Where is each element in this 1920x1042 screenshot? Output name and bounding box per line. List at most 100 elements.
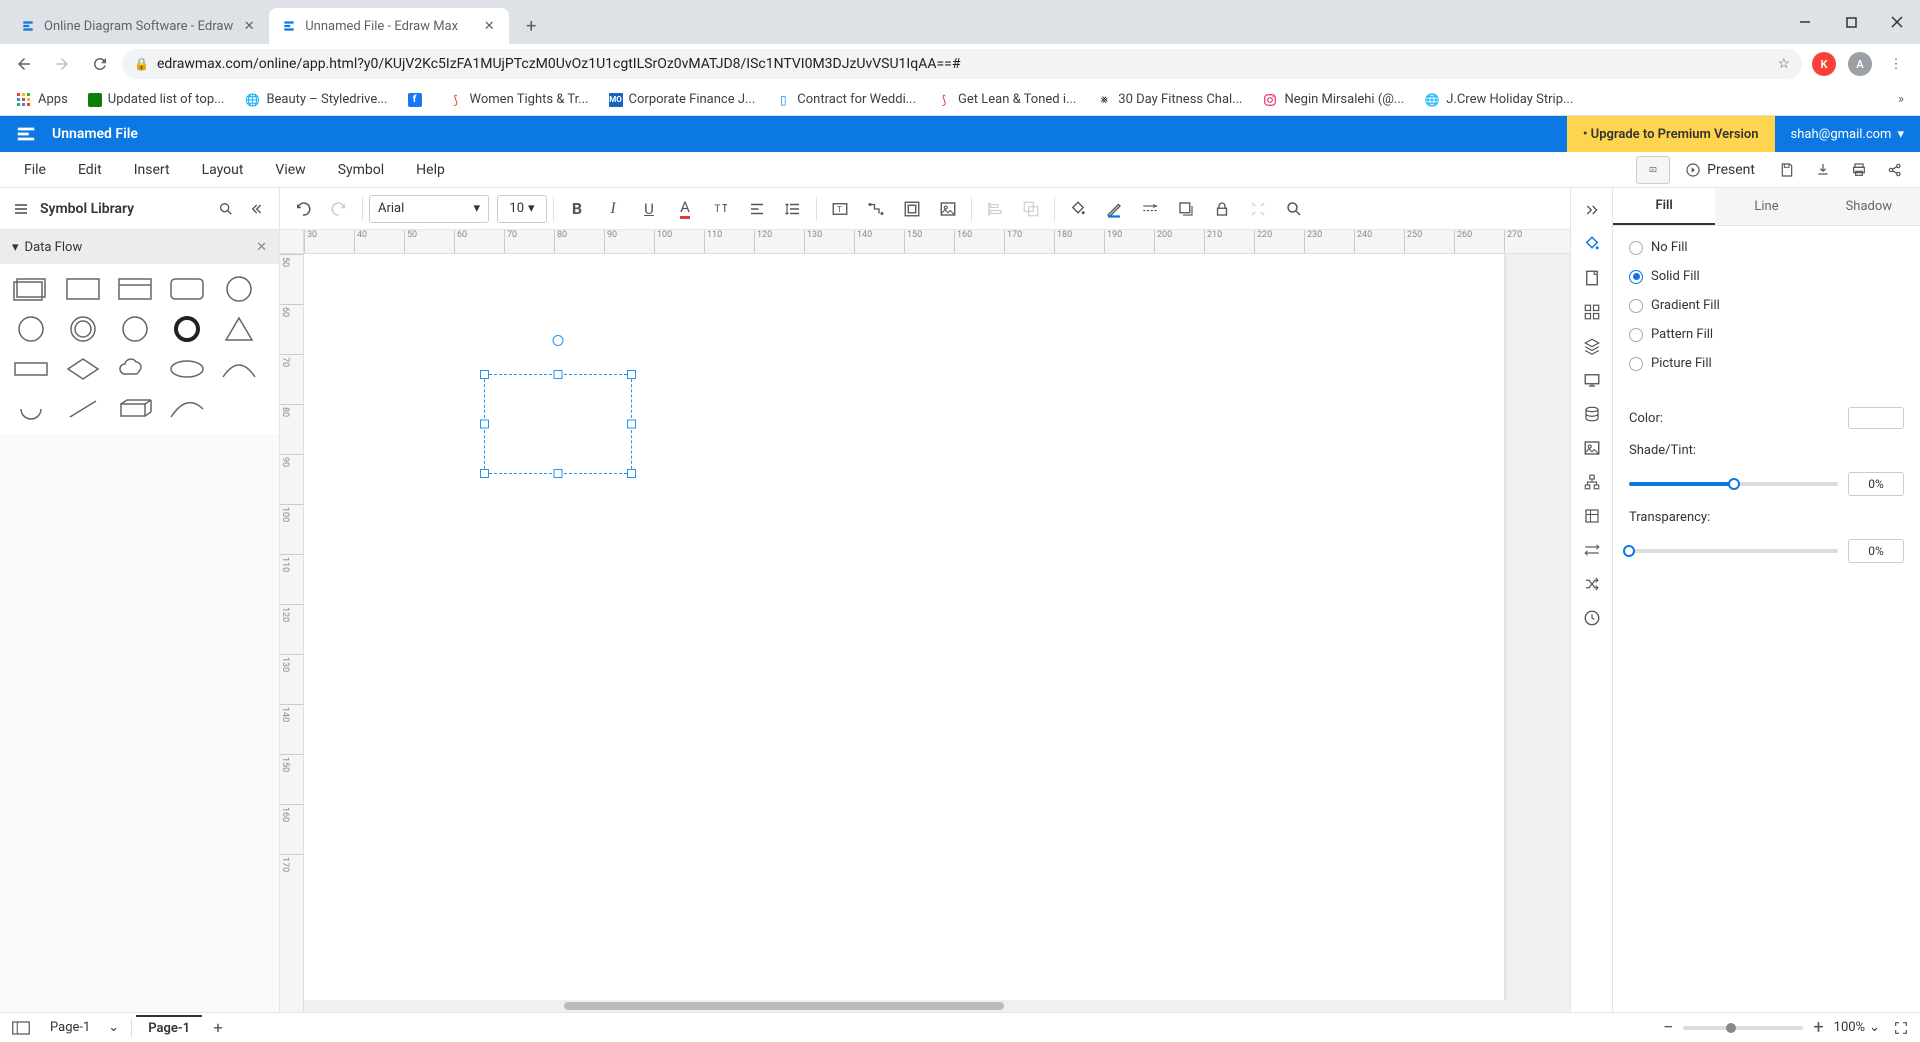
font-select[interactable]: Arial▾	[369, 195, 489, 223]
resize-handle-e[interactable]	[627, 420, 636, 429]
bookmark-item[interactable]: 🌐J.Crew Holiday Strip...	[1416, 88, 1581, 112]
menu-symbol[interactable]: Symbol	[322, 152, 400, 187]
shape-triangle[interactable]	[216, 312, 262, 346]
category-header[interactable]: ▾Data Flow ✕	[0, 230, 279, 264]
shape-line[interactable]	[60, 392, 106, 426]
underline-button[interactable]: U	[632, 192, 666, 226]
zoom-slider[interactable]	[1683, 1026, 1803, 1030]
shape-circle-bold[interactable]	[164, 312, 210, 346]
outline-view-button[interactable]	[8, 1018, 34, 1038]
print-button[interactable]	[1842, 156, 1876, 184]
upgrade-button[interactable]: • Upgrade to Premium Version	[1567, 116, 1775, 152]
fill-panel-icon[interactable]	[1576, 228, 1608, 260]
menu-help[interactable]: Help	[400, 152, 461, 187]
bookmarks-overflow[interactable]: »	[1890, 88, 1912, 111]
shape-3d-rect[interactable]	[112, 392, 158, 426]
browser-tab[interactable]: Online Diagram Software - Edraw ✕	[8, 8, 269, 44]
document-title[interactable]: Unnamed File	[52, 126, 138, 142]
horizontal-scrollbar[interactable]	[304, 1000, 1570, 1012]
present-button[interactable]: Present	[1672, 156, 1768, 184]
image-panel-icon[interactable]	[1576, 432, 1608, 464]
grid-panel-icon[interactable]	[1576, 296, 1608, 328]
bookmark-item[interactable]: ▯Contract for Weddi...	[767, 88, 924, 112]
redo-button[interactable]	[322, 192, 356, 226]
extension-icon[interactable]: K	[1808, 48, 1840, 80]
shape-rounded-rect[interactable]	[164, 272, 210, 306]
collapse-right-panel-button[interactable]	[1576, 194, 1608, 226]
zoom-percentage[interactable]: 100%⌄	[1834, 1020, 1880, 1035]
shape-circle-thin[interactable]	[8, 312, 54, 346]
page-panel-icon[interactable]	[1576, 262, 1608, 294]
bookmark-apps[interactable]: Apps	[8, 88, 76, 112]
tree-panel-icon[interactable]	[1576, 466, 1608, 498]
zoom-in-button[interactable]: +	[1813, 1017, 1823, 1038]
ruler-vertical[interactable]: 5060708090100110120130140150160170	[280, 254, 304, 1012]
font-size-select[interactable]: 10▾	[497, 195, 547, 223]
page-selector[interactable]: Page-1⌄	[42, 1018, 127, 1037]
bookmark-item[interactable]: MOCorporate Finance J...	[601, 88, 764, 111]
transparency-slider[interactable]	[1629, 549, 1838, 553]
dimension-panel-icon[interactable]	[1576, 500, 1608, 532]
bold-button[interactable]: B	[560, 192, 594, 226]
shade-slider[interactable]	[1629, 482, 1838, 486]
resize-handle-s[interactable]	[554, 469, 563, 478]
menu-file[interactable]: File	[8, 152, 62, 187]
group-button[interactable]	[1014, 192, 1048, 226]
shape-circle[interactable]	[216, 272, 262, 306]
shuffle-panel-icon[interactable]	[1576, 568, 1608, 600]
canvas[interactable]	[304, 254, 1570, 1012]
shape-diamond[interactable]	[60, 352, 106, 386]
tab-shadow[interactable]: Shadow	[1818, 188, 1920, 225]
close-category-icon[interactable]: ✕	[256, 240, 267, 255]
shape-rectangle[interactable]	[60, 272, 106, 306]
close-window-button[interactable]	[1874, 6, 1920, 38]
forward-button[interactable]	[46, 48, 78, 80]
resize-handle-ne[interactable]	[627, 370, 636, 379]
layers-panel-icon[interactable]	[1576, 330, 1608, 362]
back-button[interactable]	[8, 48, 40, 80]
new-tab-button[interactable]: +	[517, 12, 545, 40]
resize-handle-w[interactable]	[480, 420, 489, 429]
color-swatch[interactable]	[1848, 407, 1904, 429]
shape-double-circle[interactable]	[60, 312, 106, 346]
shadow-button[interactable]	[1169, 192, 1203, 226]
resize-handle-nw[interactable]	[480, 370, 489, 379]
zoom-out-button[interactable]: −	[1663, 1017, 1673, 1038]
user-menu[interactable]: shah@gmail.com▾	[1775, 127, 1920, 142]
history-panel-icon[interactable]	[1576, 602, 1608, 634]
shape-multirect[interactable]	[8, 272, 54, 306]
shape-arc[interactable]	[216, 352, 262, 386]
text-box-button[interactable]: T	[823, 192, 857, 226]
fullscreen-button[interactable]	[1890, 1017, 1912, 1039]
minimize-button[interactable]	[1782, 6, 1828, 38]
data-panel-icon[interactable]	[1576, 398, 1608, 430]
close-icon[interactable]: ✕	[241, 18, 257, 34]
line-spacing-button[interactable]	[776, 192, 810, 226]
shape-ellipse[interactable]	[164, 352, 210, 386]
add-page-button[interactable]: +	[206, 1016, 230, 1040]
line-color-button[interactable]	[1097, 192, 1131, 226]
shape-cloud[interactable]	[112, 352, 158, 386]
settings-button[interactable]	[1241, 192, 1275, 226]
fill-option-no-fill[interactable]: No Fill	[1629, 240, 1904, 255]
close-icon[interactable]: ✕	[481, 18, 497, 34]
profile-avatar[interactable]: A	[1844, 48, 1876, 80]
bookmark-item[interactable]: Negin Mirsalehi (@...	[1254, 88, 1412, 112]
edraw-logo-icon[interactable]	[12, 120, 40, 148]
shape-rectangle-header[interactable]	[112, 272, 158, 306]
bookmark-item[interactable]: ⟆Get Lean & Toned i...	[928, 88, 1084, 112]
menu-insert[interactable]: Insert	[118, 152, 186, 187]
menu-layout[interactable]: Layout	[186, 152, 260, 187]
resize-handle-n[interactable]	[554, 370, 563, 379]
fill-option-picture-fill[interactable]: Picture Fill	[1629, 356, 1904, 371]
tab-fill[interactable]: Fill	[1613, 188, 1715, 225]
collapse-sidebar-button[interactable]	[245, 198, 267, 220]
canvas-page[interactable]	[304, 254, 1504, 1012]
menu-view[interactable]: View	[259, 152, 321, 187]
tab-line[interactable]: Line	[1715, 188, 1817, 225]
resize-handle-sw[interactable]	[480, 469, 489, 478]
menu-edit[interactable]: Edit	[62, 152, 118, 187]
distribute-panel-icon[interactable]	[1576, 534, 1608, 566]
bookmark-item[interactable]: f	[400, 89, 436, 111]
undo-button[interactable]	[286, 192, 320, 226]
